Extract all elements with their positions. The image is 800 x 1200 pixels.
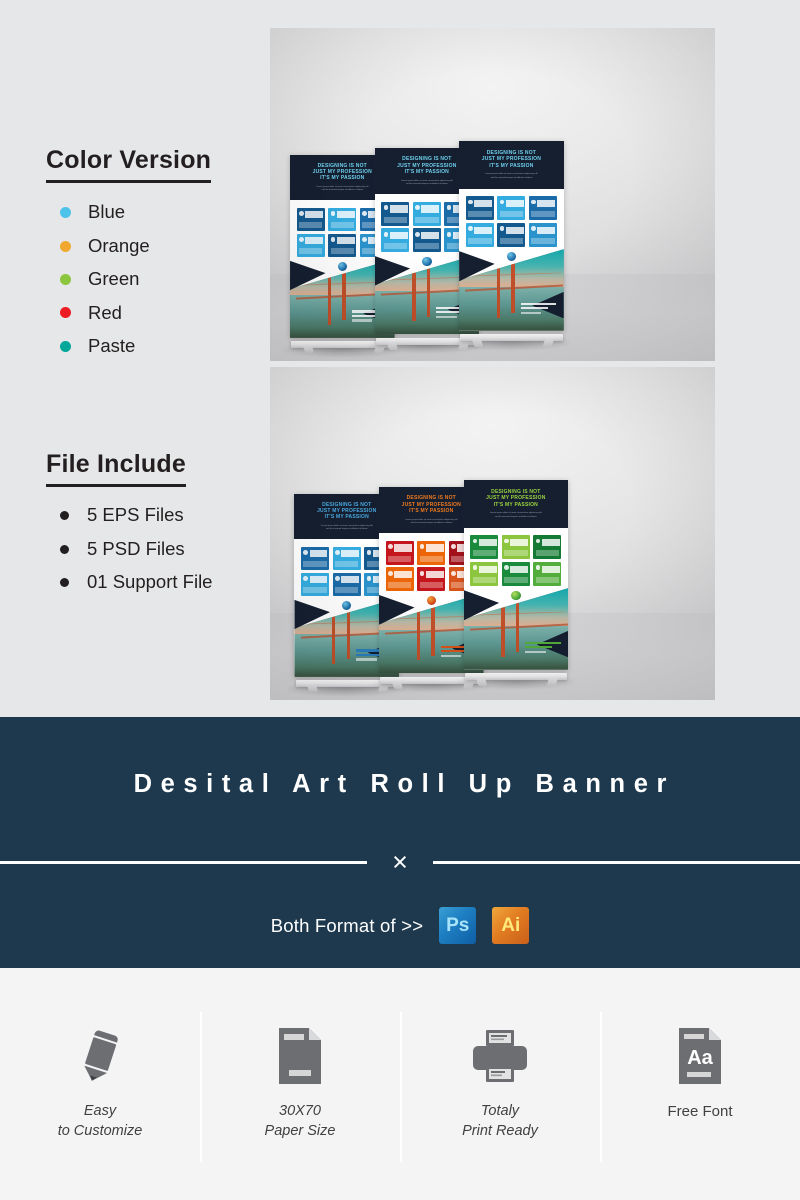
mockup-image-multicolor-trio: DESIGNING IS NOTJUST MY PROFESSIONIT'S M…: [270, 367, 715, 700]
feature-label: Easy to Customize: [58, 1102, 143, 1141]
feature-label-line2: to Customize: [57, 1122, 143, 1139]
document-icon: [275, 1024, 325, 1086]
list-item: Red: [60, 296, 150, 329]
swatch-dot-blue: [60, 207, 71, 219]
feature-label: Totaly Print Ready: [462, 1102, 538, 1141]
feature-paper-size: 30X70 Paper Size: [200, 968, 400, 1200]
bullet-icon: [60, 511, 69, 521]
font-file-icon: Aa: [675, 1024, 725, 1086]
file-include-heading-text: File Include: [46, 450, 186, 478]
divider-line-left: [0, 860, 367, 864]
swatch-dot-red: [60, 307, 71, 319]
swatch-label: Paste: [88, 335, 136, 356]
file-include-list: 5 EPS Files 5 PSD Files 01 Support File: [60, 499, 212, 599]
divider-line-right: [433, 860, 800, 864]
feature-label-line2: Print Ready: [462, 1122, 538, 1139]
feature-label: Free Font: [667, 1102, 732, 1122]
feature-print-ready: Totaly Print Ready: [400, 968, 600, 1200]
mockup-vignette: [270, 28, 715, 361]
info-column: Color Version Blue Orange Green Red Past…: [0, 0, 270, 717]
page-title: Desital Art Roll Up Banner: [133, 770, 676, 798]
mockup-vignette: [270, 367, 715, 700]
color-version-heading-text: Color Version: [46, 146, 212, 174]
swatch-dot-paste: [60, 340, 71, 352]
color-swatch-list: Blue Orange Green Red Paste: [60, 196, 150, 363]
swatch-label: Red: [88, 301, 122, 323]
product-presentation-page: Color Version Blue Orange Green Red Past…: [0, 0, 800, 1200]
feature-easy-to-customize: Easy to Customize: [0, 968, 200, 1200]
format-label: Both Format of >>: [270, 914, 424, 936]
heading-underline: [46, 180, 212, 183]
feature-free-font: Aa Free Font: [600, 968, 800, 1200]
mockup-image-blue-trio: DESIGNING IS NOTJUST MY PROFESSIONIT'S M…: [270, 28, 715, 361]
list-item: Paste: [60, 330, 150, 363]
feature-label-line1: Easy: [83, 1103, 117, 1119]
file-item-label: 5 EPS Files: [87, 504, 184, 526]
svg-text:Aa: Aa: [687, 1047, 713, 1069]
divider: ×: [0, 843, 800, 881]
features-section: Easy to Customize 30X70 Paper Size Total…: [0, 968, 800, 1200]
swatch-dot-green: [60, 273, 71, 285]
swatch-label: Orange: [88, 234, 150, 256]
heading-underline: [46, 484, 186, 487]
feature-label-line1: Free Font: [667, 1103, 733, 1120]
pencil-icon: [78, 1024, 122, 1086]
color-version-heading: Color Version: [46, 146, 212, 183]
list-item: 01 Support File: [60, 566, 212, 599]
file-item-label: 01 Support File: [87, 571, 213, 593]
list-item: Orange: [60, 229, 150, 262]
feature-label-line1: 30X70: [279, 1103, 321, 1119]
cross-icon: ×: [392, 846, 408, 877]
format-row: Both Format of >> Ps Ai: [0, 907, 800, 944]
top-info-section: Color Version Blue Orange Green Red Past…: [0, 0, 800, 717]
feature-label: 30X70 Paper Size: [265, 1102, 336, 1141]
list-item: 5 PSD Files: [60, 532, 212, 565]
printer-icon: [469, 1024, 531, 1086]
title-banner-section: Desital Art Roll Up Banner × Both Format…: [0, 717, 800, 968]
swatch-label: Green: [88, 268, 140, 290]
list-item: Blue: [60, 196, 150, 229]
bullet-icon: [60, 577, 69, 587]
list-item: 5 EPS Files: [60, 499, 212, 532]
file-item-label: 5 PSD Files: [87, 537, 185, 559]
feature-label-line2: Paper Size: [264, 1122, 336, 1139]
swatch-label: Blue: [88, 201, 126, 223]
feature-label-line1: Totaly: [480, 1103, 520, 1119]
bullet-icon: [60, 544, 69, 554]
file-include-heading: File Include: [46, 450, 186, 487]
illustrator-icon: Ai: [492, 907, 530, 944]
list-item: Green: [60, 263, 150, 296]
photoshop-icon: Ps: [439, 907, 477, 944]
swatch-dot-orange: [60, 240, 71, 252]
